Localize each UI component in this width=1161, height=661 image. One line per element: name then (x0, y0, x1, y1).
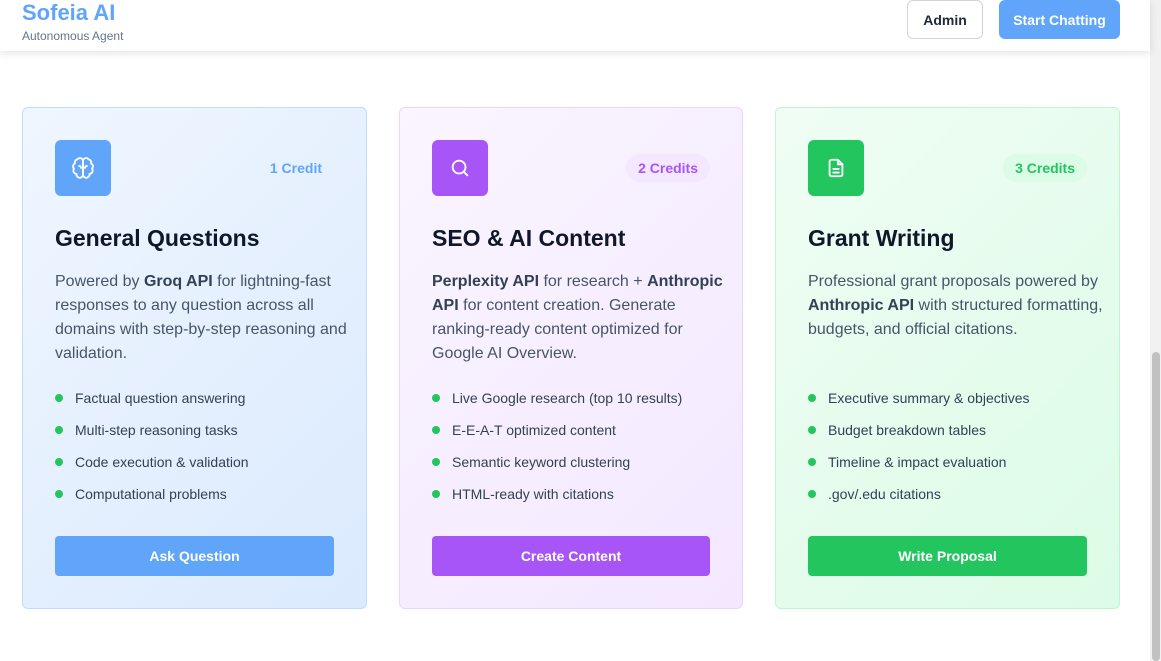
desc-api-name: Groq API (143, 273, 213, 290)
feature-item: Executive summary & objectives (808, 388, 1030, 420)
card-title: General Questions (55, 225, 260, 251)
top-header: Sofeia AI Autonomous Agent Admin Start C… (0, 0, 1150, 51)
feature-label: .gov/.edu citations (828, 486, 941, 502)
feature-item: Timeline & impact evaluation (808, 452, 1030, 484)
feature-list: Factual question answering Multi-step re… (55, 388, 249, 516)
desc-text: Powered by (55, 273, 144, 290)
feature-item: Computational problems (55, 484, 249, 516)
start-chatting-button[interactable]: Start Chatting (999, 0, 1120, 39)
credit-badge: 1 Credit (269, 160, 322, 176)
create-content-button[interactable]: Create Content (432, 536, 710, 576)
bullet-dot-icon (432, 458, 440, 466)
bullet-dot-icon (808, 458, 816, 466)
brand-subtitle: Autonomous Agent (22, 29, 124, 43)
bullet-dot-icon (55, 426, 63, 434)
bullet-dot-icon (808, 426, 816, 434)
credit-badge: 2 Credits (626, 154, 710, 182)
page: Sofeia AI Autonomous Agent Admin Start C… (0, 0, 1161, 661)
feature-list: Executive summary & objectives Budget br… (808, 388, 1030, 516)
desc-text: Professional grant proposals powered by (808, 273, 1098, 290)
feature-item: Code execution & validation (55, 452, 249, 484)
document-icon (828, 158, 844, 178)
feature-item: Semantic keyword clustering (432, 452, 682, 484)
bullet-dot-icon (432, 490, 440, 498)
feature-label: Multi-step reasoning tasks (75, 422, 238, 438)
feature-label: Executive summary & objectives (828, 390, 1030, 406)
feature-label: Computational problems (75, 486, 227, 502)
desc-text: for content creation. Generate ranking-r… (432, 297, 683, 362)
feature-item: HTML-ready with citations (432, 484, 682, 516)
feature-list: Live Google research (top 10 results) E-… (432, 388, 682, 516)
feature-item: Live Google research (top 10 results) (432, 388, 682, 420)
feature-label: Factual question answering (75, 390, 246, 406)
card-description: Powered by Groq API for lightning-fast r… (55, 270, 355, 366)
feature-label: E-E-A-T optimized content (452, 422, 616, 438)
desc-api-name: Anthropic API (808, 297, 915, 314)
admin-button[interactable]: Admin (907, 0, 983, 39)
bullet-dot-icon (55, 394, 63, 402)
bullet-dot-icon (432, 426, 440, 434)
bullet-dot-icon (808, 490, 816, 498)
card-icon-box (432, 140, 488, 196)
card-grant-writing: 3 Credits Grant Writing Professional gra… (775, 107, 1120, 609)
feature-item: .gov/.edu citations (808, 484, 1030, 516)
brand-title[interactable]: Sofeia AI (22, 0, 115, 26)
search-icon (451, 159, 469, 177)
card-description: Professional grant proposals powered by … (808, 270, 1108, 342)
card-title: Grant Writing (808, 225, 955, 251)
ask-question-button[interactable]: Ask Question (55, 536, 334, 576)
bullet-dot-icon (55, 490, 63, 498)
vertical-scrollbar[interactable] (1150, 0, 1161, 661)
card-icon-box (55, 140, 111, 196)
scrollbar-thumb[interactable] (1152, 352, 1160, 661)
feature-label: Code execution & validation (75, 454, 249, 470)
card-description: Perplexity API for research + Anthropic … (432, 270, 732, 366)
bullet-dot-icon (808, 394, 816, 402)
write-proposal-button[interactable]: Write Proposal (808, 536, 1087, 576)
card-icon-box (808, 140, 864, 196)
brain-icon (72, 157, 94, 179)
feature-item: Factual question answering (55, 388, 249, 420)
feature-item: Multi-step reasoning tasks (55, 420, 249, 452)
feature-label: Semantic keyword clustering (452, 454, 631, 470)
feature-label: HTML-ready with citations (452, 486, 614, 502)
feature-label: Timeline & impact evaluation (828, 454, 1007, 470)
card-general-questions: 1 Credit General Questions Powered by Gr… (22, 107, 367, 609)
bullet-dot-icon (432, 394, 440, 402)
desc-api-name: Perplexity API (432, 273, 540, 290)
feature-label: Budget breakdown tables (828, 422, 986, 438)
bullet-dot-icon (55, 458, 63, 466)
card-title: SEO & AI Content (432, 225, 626, 251)
feature-item: E-E-A-T optimized content (432, 420, 682, 452)
credit-badge: 3 Credits (1003, 154, 1087, 182)
feature-label: Live Google research (top 10 results) (452, 390, 683, 406)
desc-text: for research + (539, 273, 648, 290)
feature-item: Budget breakdown tables (808, 420, 1030, 452)
card-seo-ai-content: 2 Credits SEO & AI Content Perplexity AP… (399, 107, 743, 609)
